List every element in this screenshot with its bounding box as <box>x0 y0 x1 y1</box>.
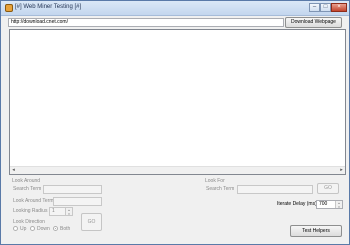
horizontal-scrollbar[interactable]: ◂ ▸ <box>10 166 345 174</box>
iterate-delay-spin-icon[interactable]: ▴ ▾ <box>335 201 342 208</box>
scroll-right-arrow-icon[interactable]: ▸ <box>338 167 345 174</box>
direction-down-radio[interactable] <box>30 226 35 231</box>
look-around-search-term-label: Search Term <box>13 186 42 192</box>
url-input[interactable]: http://download.cnet.com/ <box>8 18 284 27</box>
look-for-heading: Look For <box>205 178 225 184</box>
look-for-search-term-label: Search Term <box>206 186 235 192</box>
look-around-term-label: Look Around Term <box>13 198 54 204</box>
app-icon <box>5 4 13 12</box>
look-direction-label: Look Direction <box>13 219 45 225</box>
webpage-content-area[interactable]: ◂ ▸ <box>9 29 346 175</box>
direction-both-label: Both <box>60 226 71 232</box>
look-around-search-term-input[interactable] <box>43 185 102 194</box>
scroll-left-arrow-icon[interactable]: ◂ <box>10 167 17 174</box>
test-helpers-button[interactable]: Test Helpers <box>290 225 342 237</box>
direction-both-radio[interactable] <box>53 226 58 231</box>
title-bar[interactable]: [#] Web Miner Testing [#] – □ × <box>1 1 349 16</box>
look-for-go-button[interactable]: GO <box>317 183 339 194</box>
look-for-search-term-input[interactable] <box>237 185 313 194</box>
iterate-delay-stepper[interactable]: 700 ▴ ▾ <box>316 200 343 209</box>
looking-radius-label: Looking Radius <box>13 208 48 214</box>
download-webpage-button[interactable]: Download Webpage <box>285 17 342 28</box>
iterate-delay-label: Iterate Delay (ms) <box>277 201 317 207</box>
main-window: [#] Web Miner Testing [#] – □ × http://d… <box>0 0 350 245</box>
minimize-button[interactable]: – <box>309 3 320 12</box>
direction-up-label: Up <box>20 226 27 232</box>
iterate-delay-value: 700 <box>319 201 328 207</box>
direction-up-radio[interactable] <box>13 226 18 231</box>
close-button[interactable]: × <box>331 3 347 12</box>
looking-radius-stepper[interactable]: 1 ▴ ▾ <box>49 207 73 216</box>
looking-radius-value: 1 <box>52 208 55 214</box>
look-around-go-button[interactable]: GO <box>81 213 102 231</box>
maximize-button[interactable]: □ <box>320 3 331 12</box>
look-around-term-input[interactable] <box>53 197 102 206</box>
window-title: [#] Web Miner Testing [#] <box>15 4 82 10</box>
look-around-heading: Look Around <box>12 178 41 184</box>
looking-radius-spin-icon[interactable]: ▴ ▾ <box>65 208 72 215</box>
direction-down-label: Down <box>37 226 50 232</box>
